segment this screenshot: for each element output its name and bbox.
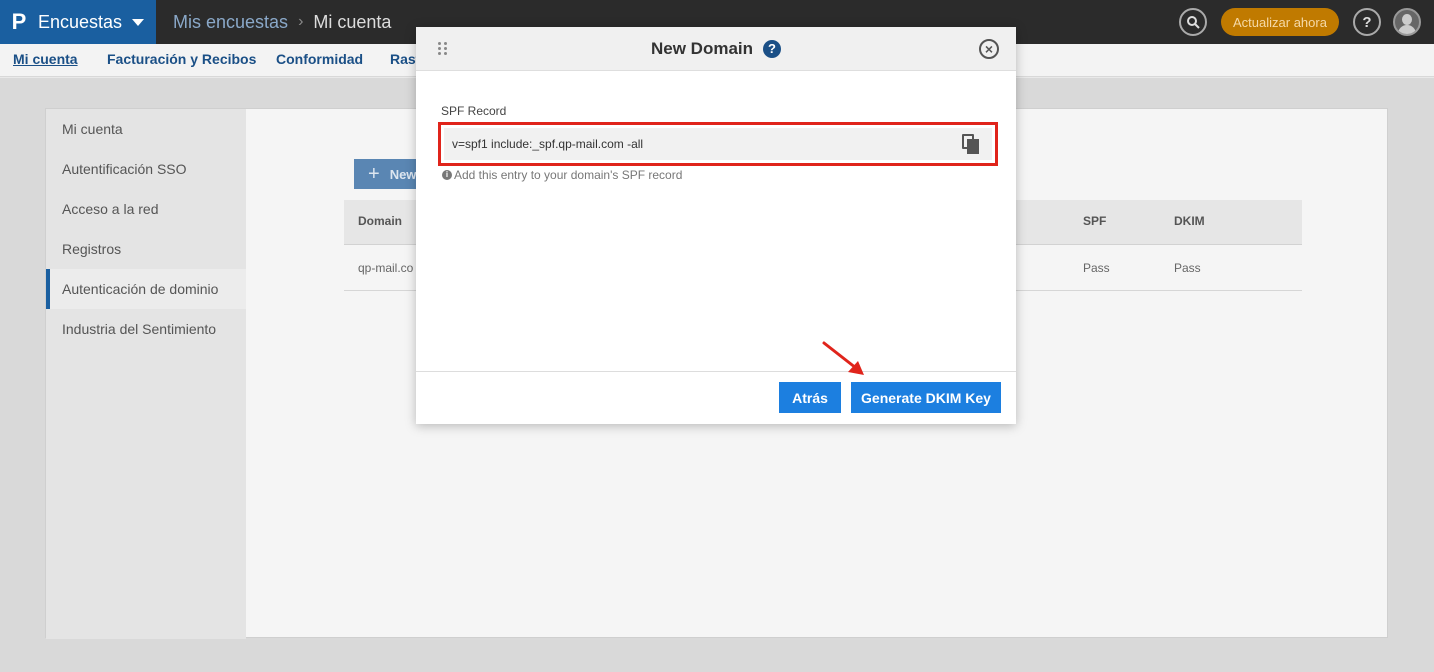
subnav-facturacion[interactable]: Facturación y Recibos [107, 51, 256, 67]
annotation-arrow-icon [822, 341, 864, 375]
sidebar-item-mi-cuenta[interactable]: Mi cuenta [46, 109, 246, 149]
breadcrumb-mis-encuestas[interactable]: Mis encuestas [173, 12, 288, 33]
cell-spf: Pass [1083, 261, 1110, 275]
close-icon[interactable]: × [979, 39, 999, 59]
column-spf: SPF [1083, 214, 1107, 228]
subnav-mi-cuenta[interactable]: Mi cuenta [13, 51, 78, 67]
generate-dkim-key-button[interactable]: Generate DKIM Key [851, 382, 1001, 413]
cell-domain: qp-mail.co [358, 261, 414, 275]
help-button[interactable]: ? [1353, 8, 1381, 36]
info-icon: i [442, 170, 452, 180]
help-icon[interactable]: ? [763, 40, 782, 58]
column-domain: Domain [358, 214, 403, 228]
cell-dkim: Pass [1174, 261, 1201, 275]
spf-record-field[interactable]: v=spf1 include:_spf.qp-mail.com -all [444, 128, 992, 160]
upgrade-button[interactable]: Actualizar ahora [1221, 8, 1339, 36]
spf-record-value: v=spf1 include:_spf.qp-mail.com -all [452, 137, 644, 151]
top-right-actions: Actualizar ahora ? [1179, 0, 1434, 44]
plus-icon: + [368, 162, 380, 185]
back-button[interactable]: Atrás [779, 382, 841, 413]
app-name: Encuestas [38, 11, 123, 32]
modal-title: New Domain [650, 39, 754, 58]
sidebar-item-network-access[interactable]: Acceso a la red [46, 189, 246, 229]
spf-hint: i Add this entry to your domain's SPF re… [442, 168, 682, 182]
settings-sidebar: Mi cuenta Autentificación SSO Acceso a l… [46, 109, 246, 639]
sidebar-item-sentiment-industry[interactable]: Industria del Sentimiento [46, 309, 246, 349]
breadcrumb: Mis encuestas › Mi cuenta [173, 0, 391, 44]
chevron-right-icon: › [298, 13, 304, 30]
caret-down-icon [132, 18, 145, 26]
search-button[interactable] [1179, 8, 1207, 36]
subnav-conformidad[interactable]: Conformidad [276, 51, 363, 67]
breadcrumb-mi-cuenta: Mi cuenta [313, 11, 392, 32]
new-domain-modal: New Domain? × SPF Record v=spf1 include:… [416, 27, 1016, 424]
copy-icon[interactable] [962, 134, 980, 154]
app-switcher[interactable]: P Encuestas [0, 0, 156, 44]
spf-record-label: SPF Record [441, 104, 507, 118]
sidebar-item-logs[interactable]: Registros [46, 229, 246, 269]
brand-logo: P [11, 9, 27, 34]
spf-hint-text: Add this entry to your domain's SPF reco… [454, 168, 683, 182]
column-dkim: DKIM [1174, 214, 1205, 228]
spf-record-highlight: v=spf1 include:_spf.qp-mail.com -all [438, 122, 998, 166]
modal-footer-divider [416, 371, 1016, 372]
avatar[interactable] [1393, 8, 1421, 36]
modal-header: New Domain? × [416, 27, 1016, 71]
new-domain-label: New [389, 166, 417, 182]
sidebar-item-domain-auth[interactable]: Autenticación de dominio [46, 269, 246, 309]
modal-title-row: New Domain? [416, 39, 1016, 59]
search-icon [1187, 16, 1200, 29]
sidebar-item-sso[interactable]: Autentificación SSO [46, 149, 246, 189]
